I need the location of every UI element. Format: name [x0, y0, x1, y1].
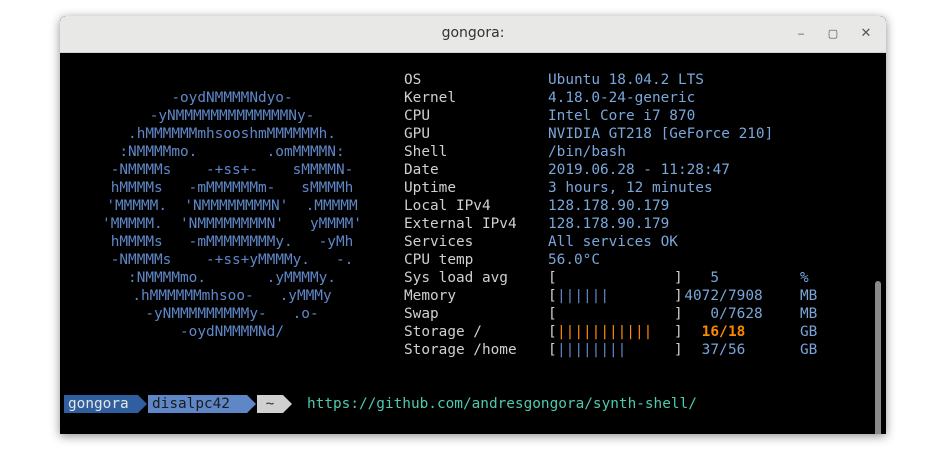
gauge-used: 16 — [701, 324, 719, 340]
info-value: 4.18.0-24-generic — [548, 90, 696, 106]
info-label: Local IPv4 — [404, 198, 491, 214]
logo-line: hMMMMs -mMMMMMMm- sMMMMh — [110, 180, 354, 196]
terminal-area[interactable]: -oydNMMMMNdyo- -yNMMMMMMMMMMMMMNy- .hMMMMM… — [60, 53, 886, 434]
gauge-used: 4072 — [684, 288, 719, 304]
gauge-total: 7628 — [728, 306, 763, 322]
gauge-unit: % — [800, 270, 809, 286]
scrollbar[interactable] — [875, 281, 881, 434]
gauge-total: 7908 — [728, 288, 763, 304]
gauge-label: Storage / — [404, 324, 482, 340]
logo-line: :NMMMMmo. .yMMMMy. — [128, 270, 336, 286]
info-label: External IPv4 — [404, 216, 517, 232]
gauge-bars: |||||||| — [557, 342, 627, 358]
prompt-host: disalpc42 — [148, 395, 247, 413]
prompt-arrow-1 — [138, 395, 147, 413]
logo-line: 'MMMMM. 'NMMMMMMMMN' yMMMM' — [102, 216, 362, 232]
gauge-unit: GB — [800, 342, 818, 358]
gauge-unit: MB — [800, 288, 818, 304]
title-bar[interactable]: gongora: ‒ ▢ ✕ — [60, 16, 886, 53]
info-value: NVIDIA GT218 [GeForce 210] — [548, 126, 774, 142]
info-value: 2019.06.28 - 11:28:47 — [548, 162, 730, 178]
prompt-arrow-2 — [247, 395, 256, 413]
window-title: gongora: — [441, 25, 505, 41]
prompt-user: gongora — [64, 395, 138, 413]
gauge-bars: |||||| — [557, 288, 609, 304]
logo-line: -NMMMMs -+ss+yMMMMy. -. — [110, 252, 354, 268]
gauge-bars: ||||||||||| — [557, 324, 653, 340]
logo-line: -yNMMMMMMMMMy- .o- — [145, 306, 319, 322]
info-label: Services — [404, 234, 474, 250]
gauge-bracket-left: [ — [548, 324, 557, 340]
gauge-label: Sys load avg — [404, 270, 508, 286]
gauge-bracket-left: [ — [548, 288, 557, 304]
gauge-bracket-left: [ — [548, 306, 557, 322]
info-label: Date — [404, 162, 439, 178]
logo-line: -oydNMMMMNdyo- — [171, 90, 293, 106]
gauge-used: 0 — [710, 306, 719, 322]
info-label: OS — [404, 72, 422, 88]
prompt-dir: ~ — [257, 395, 283, 413]
gauge-total: 56 — [728, 342, 746, 358]
minimize-button[interactable]: ‒ — [791, 24, 811, 44]
gauge-used: 5 — [710, 270, 719, 286]
info-label: Uptime — [404, 180, 456, 196]
info-value: /bin/bash — [548, 144, 626, 160]
gauge-sep: / — [719, 324, 728, 340]
gauge-unit: MB — [800, 306, 818, 322]
logo-line: .hMMMMMMmhsoo- .yMMMy — [132, 288, 332, 304]
command-input[interactable]: https://github.com/andresgongora/synth-s… — [307, 395, 697, 413]
prompt-arrow-3 — [283, 395, 292, 413]
info-value: All services OK — [548, 234, 678, 250]
info-value: 3 hours, 12 minutes — [548, 180, 713, 196]
info-value: Ubuntu 18.04.2 LTS — [548, 72, 704, 88]
logo-line: .hMMMMMMmhsooshmMMMMMMh. — [128, 126, 336, 142]
logo-line: -yNMMMMMMMMMMMMMNy- — [149, 108, 315, 124]
info-label: Shell — [404, 144, 448, 160]
info-label: CPU temp — [404, 252, 474, 268]
info-label: Kernel — [404, 90, 456, 106]
info-label: GPU — [404, 126, 430, 142]
gauge-bracket-left: [ — [548, 270, 557, 286]
logo-line: 'MMMMM. 'NMMMMMMMMN' .MMMMM — [106, 198, 358, 214]
gauge-total: 18 — [728, 324, 746, 340]
gauge-sep: / — [719, 288, 728, 304]
gauge-label: Storage /home — [404, 342, 517, 358]
gauge-bracket-left: [ — [548, 342, 557, 358]
gauge-label: Swap — [404, 306, 439, 322]
info-label: CPU — [404, 108, 430, 124]
logo-line: -oydNMMMMNd/ — [180, 324, 284, 340]
gauge-unit: GB — [800, 324, 818, 340]
gauge-sep: / — [719, 342, 728, 358]
logo-line: -NMMMMs -+ss+- sMMMMN- — [110, 162, 354, 178]
gauge-used: 37 — [701, 342, 719, 358]
close-button[interactable]: ✕ — [856, 24, 876, 44]
info-value: Intel Core i7 870 — [548, 108, 696, 124]
info-value: 128.178.90.179 — [548, 198, 670, 214]
gauge-label: Memory — [404, 288, 456, 304]
logo-line: hMMMMs -mMMMMMMMMy. -yMh — [110, 234, 354, 250]
gauge-sep: / — [719, 306, 728, 322]
maximize-button[interactable]: ▢ — [823, 24, 843, 44]
info-value: 128.178.90.179 — [548, 216, 670, 232]
terminal-window: gongora: ‒ ▢ ✕ -oydNMMMMNdyo- -yNMMMMMMMM… — [60, 16, 886, 434]
logo-line: :NMMMMmo. .omMMMMN: — [119, 144, 345, 160]
info-value: 56.0°C — [548, 252, 600, 268]
